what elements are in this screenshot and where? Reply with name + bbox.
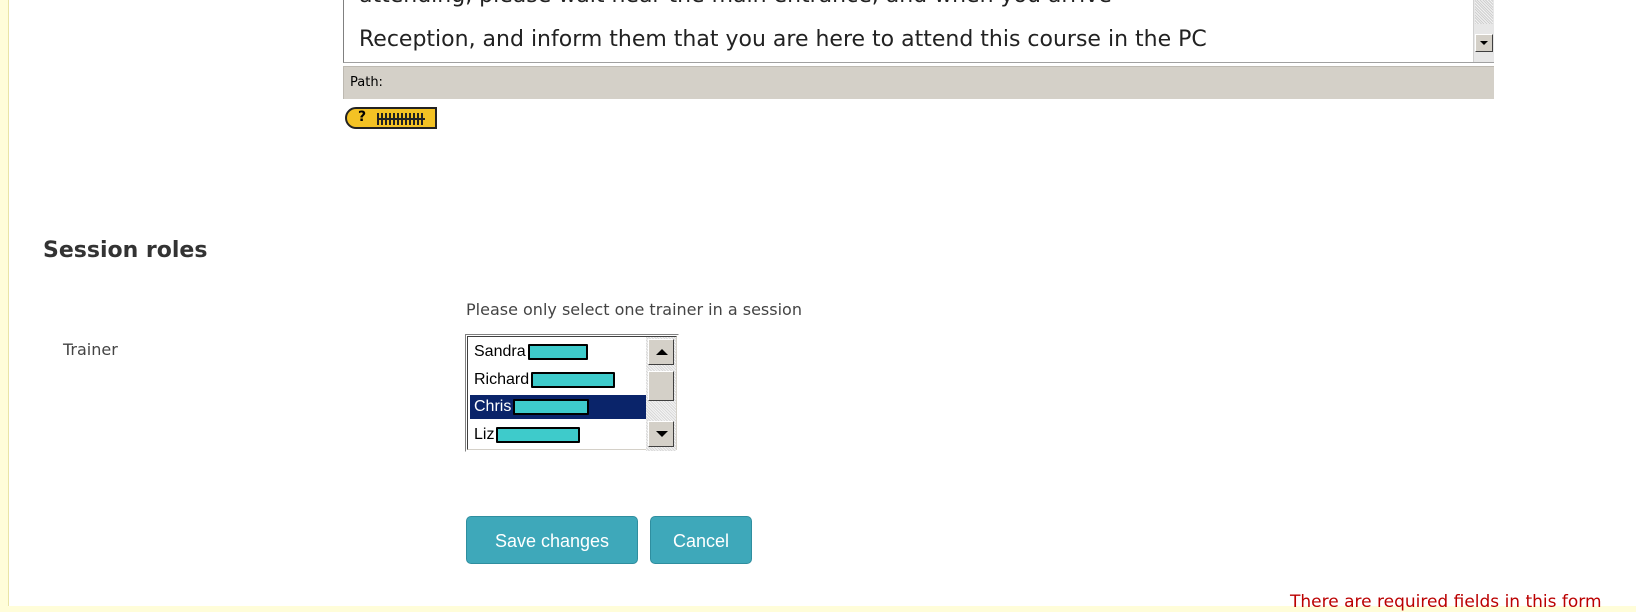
option-first-name: Sandra bbox=[474, 343, 526, 360]
course-description-editor[interactable]: attending, please wait near the main ent… bbox=[343, 0, 1494, 63]
editor-scroll-track[interactable] bbox=[1475, 0, 1493, 24]
scroll-up-icon[interactable] bbox=[648, 339, 674, 365]
trainer-select-scrollbar[interactable] bbox=[646, 337, 676, 451]
required-fields-notice: There are required fields in this form bbox=[1290, 592, 1602, 612]
trainer-option-richard[interactable]: Richard bbox=[470, 368, 646, 392]
keyboard-icon bbox=[377, 113, 425, 125]
keyboard-help-icon[interactable]: ? bbox=[345, 107, 437, 129]
path-label: Path: bbox=[350, 75, 383, 90]
save-changes-button[interactable]: Save changes bbox=[466, 516, 638, 564]
editor-line-1: attending, please wait near the main ent… bbox=[359, 0, 1112, 14]
trainer-select[interactable]: Sandra Richard Chris Liz bbox=[465, 334, 679, 452]
option-first-name: Chris bbox=[474, 398, 512, 415]
editor-line-2: Reception, and inform them that you are … bbox=[359, 27, 1207, 52]
trainer-option-chris[interactable]: Chris bbox=[470, 395, 646, 419]
option-first-name: Liz bbox=[474, 426, 495, 443]
scroll-thumb[interactable] bbox=[648, 371, 674, 401]
trainer-option-sandra[interactable]: Sandra bbox=[470, 340, 646, 364]
trainer-select-inner: Sandra Richard Chris Liz bbox=[467, 336, 677, 451]
editor-path-bar: Path: bbox=[343, 66, 1494, 99]
redacted-surname bbox=[527, 343, 588, 360]
redacted-surname bbox=[513, 398, 590, 415]
question-mark-icon: ? bbox=[358, 109, 367, 125]
editor-scroll-down-icon[interactable] bbox=[1475, 34, 1493, 52]
option-first-name: Richard bbox=[474, 371, 530, 388]
editor-scrollbar[interactable] bbox=[1473, 0, 1494, 62]
trainer-option-liz[interactable]: Liz bbox=[470, 423, 646, 447]
trainer-hint: Please only select one trainer in a sess… bbox=[466, 300, 802, 319]
redacted-surname bbox=[496, 426, 581, 443]
scroll-down-icon[interactable] bbox=[648, 421, 674, 447]
trainer-label: Trainer bbox=[63, 340, 118, 359]
redacted-surname bbox=[531, 371, 616, 388]
cancel-button[interactable]: Cancel bbox=[650, 516, 752, 564]
session-roles-heading: Session roles bbox=[43, 238, 208, 263]
